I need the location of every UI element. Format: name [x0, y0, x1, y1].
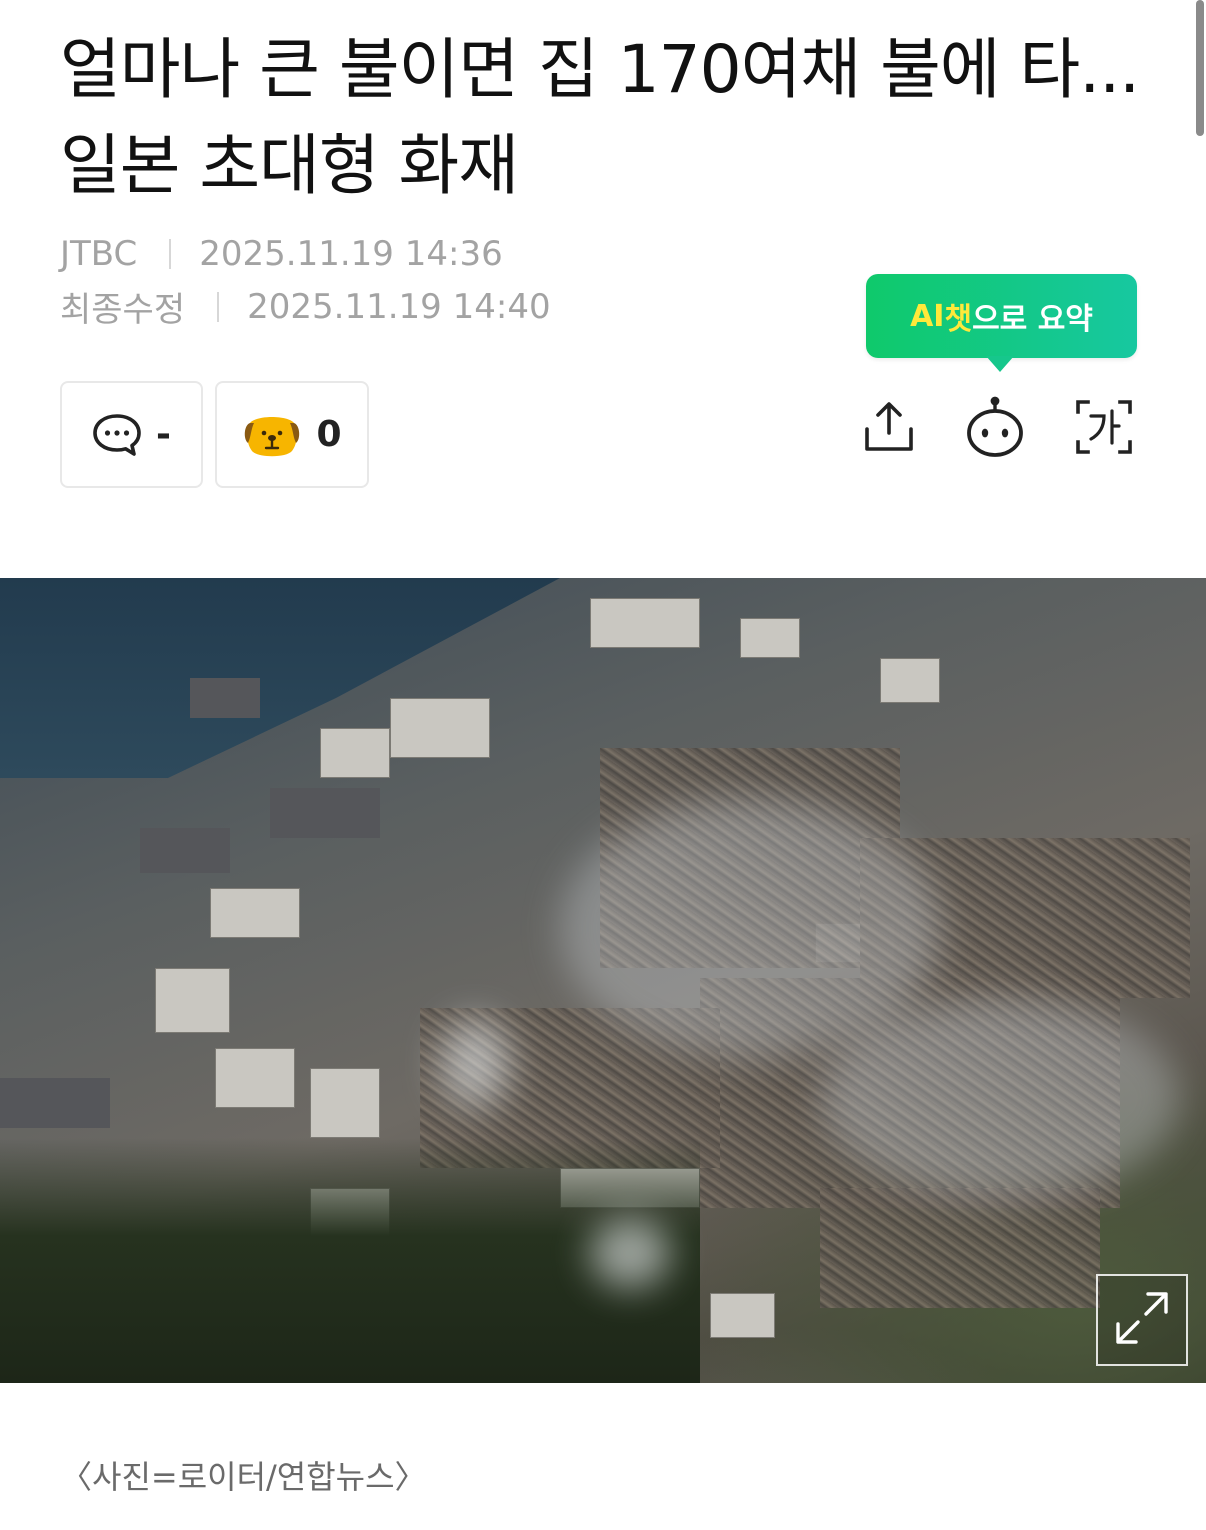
dog-face-icon: [242, 409, 302, 461]
scrollbar[interactable]: [1196, 0, 1204, 136]
comment-button[interactable]: -: [60, 381, 203, 488]
divider: [217, 291, 220, 322]
photo-caption: 〈사진=로이터/연합뉴스〉: [60, 1458, 427, 1496]
photo-smoke: [820, 998, 1180, 1198]
speech-bubble-icon: [92, 412, 142, 458]
ai-label: AI: [910, 298, 945, 334]
press-name[interactable]: JTBC: [60, 234, 137, 274]
modified-line: 최종수정 2025.11.19 14:40: [60, 282, 551, 331]
photo-smoke: [440, 1018, 510, 1108]
expand-arrows-icon: [1112, 1288, 1172, 1352]
font-size-button[interactable]: [1071, 396, 1137, 462]
divider: [169, 239, 172, 269]
share-icon: [861, 399, 917, 459]
modified-label: 최종수정: [60, 290, 186, 330]
comment-count: -: [156, 414, 171, 455]
summary-label: 으로 요약: [972, 302, 1093, 337]
article-photo[interactable]: [0, 578, 1206, 1383]
share-button[interactable]: [856, 396, 922, 462]
chat-label: 챗: [944, 302, 973, 337]
font-size-icon: [1074, 398, 1134, 460]
reaction-count: 0: [316, 414, 342, 455]
published-date: 2025.11.19 14:36: [199, 234, 503, 274]
byline: JTBC 2025.11.19 14:36: [60, 234, 503, 274]
reaction-button[interactable]: 0: [215, 381, 369, 488]
article-title: 얼마나 큰 불이면 집 170여채 불에 타...일본 초대형 화재: [60, 31, 1140, 204]
photo-smoke: [590, 1218, 670, 1288]
expand-photo-button[interactable]: [1096, 1274, 1188, 1366]
ai-bot-button[interactable]: [962, 396, 1028, 462]
modified-date: 2025.11.19 14:40: [247, 286, 551, 327]
ai-chat-summary-button[interactable]: AI 챗 으로 요약: [866, 274, 1137, 372]
photo-smoke: [560, 798, 940, 1058]
robot-face-icon: [964, 395, 1026, 463]
